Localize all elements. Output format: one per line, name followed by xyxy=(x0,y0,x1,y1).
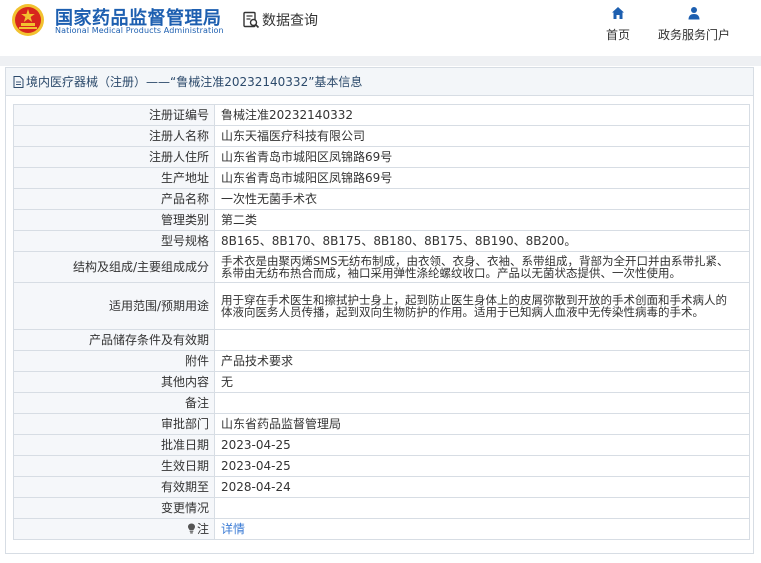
data-query-label: 数据查询 xyxy=(262,13,318,29)
row-value xyxy=(214,497,750,519)
row-value: 手术衣是由聚丙烯SMS无纺布制成，由衣领、衣身、衣袖、系带组成，背部为全开口并由… xyxy=(214,251,750,283)
header-divider xyxy=(0,56,761,66)
nav-service-label: 政务服务门户 xyxy=(657,28,730,42)
note-label-cell: 注 xyxy=(13,518,215,540)
table-row: 备注 xyxy=(13,392,750,414)
panel-title-text: 境内医疗器械（注册）——“鲁械注准20232140332”基本信息 xyxy=(26,75,363,89)
table-row: 管理类别 第二类 xyxy=(13,209,750,231)
row-value: 2028-04-24 xyxy=(214,476,750,498)
row-label: 注册人住所 xyxy=(13,146,215,168)
table-row: 产品储存条件及有效期 xyxy=(13,329,750,351)
row-label: 型号规格 xyxy=(13,230,215,252)
table-row: 产品名称 一次性无菌手术衣 xyxy=(13,188,750,210)
detail-table: 注册证编号 鲁械注准20232140332 注册人名称 山东天福医疗科技有限公司… xyxy=(13,104,750,540)
document-icon xyxy=(13,75,24,88)
basic-info-panel: 境内医疗器械（注册）——“鲁械注准20232140332”基本信息 注册证编号 … xyxy=(5,67,754,554)
table-row: 注册人名称 山东天福医疗科技有限公司 xyxy=(13,125,750,147)
table-row: 变更情况 xyxy=(13,497,750,519)
row-label: 变更情况 xyxy=(13,497,215,519)
table-row: 注册证编号 鲁械注准20232140332 xyxy=(13,104,750,126)
site-header: 国家药品监督管理局 National Medical Products Admi… xyxy=(0,0,761,56)
row-value: 2023-04-25 xyxy=(214,434,750,456)
row-label: 备注 xyxy=(13,392,215,414)
panel-title: 境内医疗器械（注册）——“鲁械注准20232140332”基本信息 xyxy=(6,68,753,96)
user-icon xyxy=(688,7,700,20)
table-row: 其他内容 无 xyxy=(13,371,750,393)
row-value: 山东省青岛市城阳区凤锦路69号 xyxy=(214,167,750,189)
table-row: 生产地址 山东省青岛市城阳区凤锦路69号 xyxy=(13,167,750,189)
lightbulb-icon xyxy=(187,523,195,534)
row-value: 8B165、8B170、8B175、8B180、8B175、8B190、8B20… xyxy=(214,230,750,252)
row-value: 2023-04-25 xyxy=(214,455,750,477)
row-value: 详情 xyxy=(214,518,750,540)
row-label: 生效日期 xyxy=(13,455,215,477)
row-label: 管理类别 xyxy=(13,209,215,231)
home-icon xyxy=(612,7,624,19)
row-label: 审批部门 xyxy=(13,413,215,435)
row-label: 批准日期 xyxy=(13,434,215,456)
row-label: 注册证编号 xyxy=(13,104,215,126)
row-label: 有效期至 xyxy=(13,476,215,498)
row-label: 其他内容 xyxy=(13,371,215,393)
row-value: 用于穿在手术医生和擦拭护士身上，起到防止医生身体上的皮屑弥散到开放的手术创面和手… xyxy=(214,282,750,330)
row-value: 产品技术要求 xyxy=(214,350,750,372)
row-value: 鲁械注准20232140332 xyxy=(214,104,750,126)
row-label: 适用范围/预期用途 xyxy=(13,282,215,330)
note-label: 注 xyxy=(196,522,209,536)
row-value: 一次性无菌手术衣 xyxy=(214,188,750,210)
row-value: 山东省药品监督管理局 xyxy=(214,413,750,435)
row-label: 产品名称 xyxy=(13,188,215,210)
row-value: 山东省青岛市城阳区凤锦路69号 xyxy=(214,146,750,168)
table-row: 有效期至 2028-04-24 xyxy=(13,476,750,498)
row-label: 生产地址 xyxy=(13,167,215,189)
row-value xyxy=(214,392,750,414)
table-row: 注 详情 xyxy=(13,518,750,540)
row-label: 附件 xyxy=(13,350,215,372)
data-query-link[interactable]: 数据查询 xyxy=(242,10,318,30)
data-query-icon xyxy=(243,11,260,29)
row-label: 产品储存条件及有效期 xyxy=(13,329,215,351)
row-label: 注册人名称 xyxy=(13,125,215,147)
table-row: 注册人住所 山东省青岛市城阳区凤锦路69号 xyxy=(13,146,750,168)
national-emblem-icon xyxy=(12,4,44,36)
table-row: 审批部门 山东省药品监督管理局 xyxy=(13,413,750,435)
row-value: 山东天福医疗科技有限公司 xyxy=(214,125,750,147)
table-row: 适用范围/预期用途 用于穿在手术医生和擦拭护士身上，起到防止医生身体上的皮屑弥散… xyxy=(13,282,750,330)
table-row: 附件 产品技术要求 xyxy=(13,350,750,372)
row-value: 无 xyxy=(214,371,750,393)
row-value xyxy=(214,329,750,351)
table-row: 结构及组成/主要组成成分 手术衣是由聚丙烯SMS无纺布制成，由衣领、衣身、衣袖、… xyxy=(13,251,750,283)
brand-title-en[interactable]: National Medical Products Administration xyxy=(55,26,224,35)
details-link[interactable]: 详情 xyxy=(221,522,245,536)
table-row: 批准日期 2023-04-25 xyxy=(13,434,750,456)
nav-service-portal[interactable]: 政务服务门户 xyxy=(655,6,733,43)
row-value: 第二类 xyxy=(214,209,750,231)
table-row: 生效日期 2023-04-25 xyxy=(13,455,750,477)
row-label: 结构及组成/主要组成成分 xyxy=(13,251,215,283)
nav-home-label: 首页 xyxy=(605,28,630,42)
nav-home[interactable]: 首页 xyxy=(588,6,648,43)
table-row: 型号规格 8B165、8B170、8B175、8B180、8B175、8B190… xyxy=(13,230,750,252)
